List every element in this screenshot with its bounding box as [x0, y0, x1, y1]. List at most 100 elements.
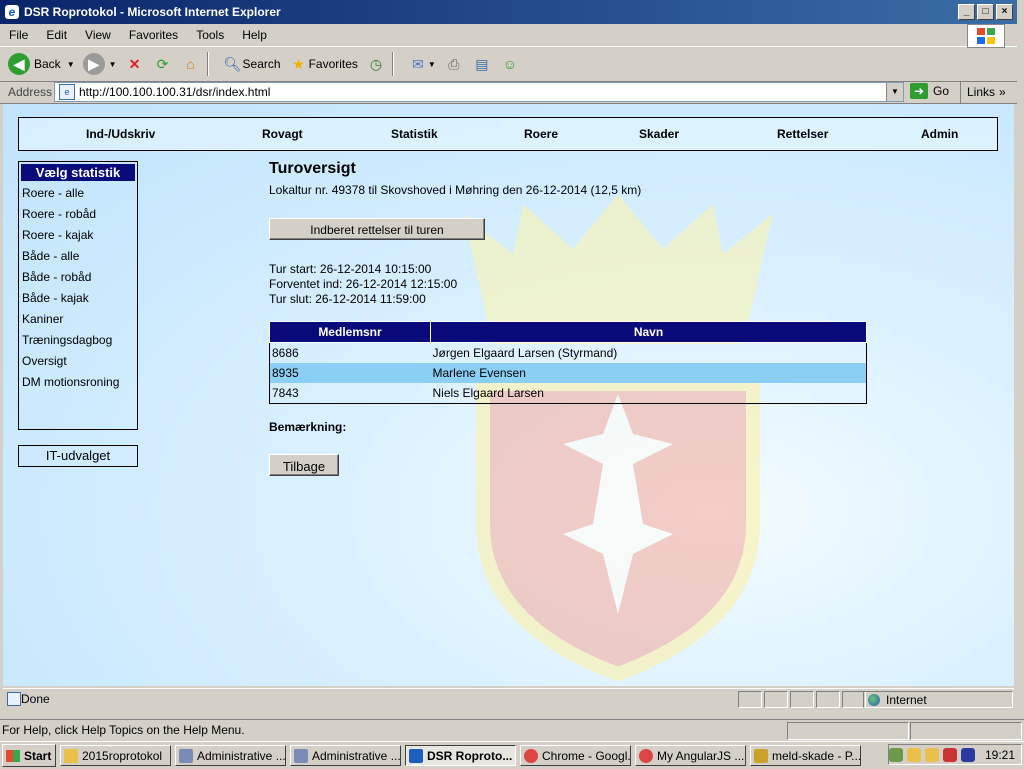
it-udvalget-button[interactable]: IT-udvalget	[18, 445, 138, 467]
tray-network-icon[interactable]	[888, 747, 903, 762]
page-status-icon	[7, 692, 21, 706]
links-button[interactable]: Links »	[960, 81, 1017, 103]
go-button[interactable]: ➜ Go	[910, 83, 949, 99]
history-button[interactable]: ◷	[366, 54, 386, 74]
nav-skader[interactable]: Skader	[639, 127, 679, 141]
search-icon: 🔍︎	[223, 55, 242, 72]
taskbar-item-angularjs[interactable]: My AngularJS ...	[635, 745, 746, 766]
trip-expected-time: Forventet ind: 26-12-2014 12:15:00	[269, 277, 458, 291]
nav-ind-udskriv[interactable]: Ind-/Udskriv	[86, 127, 155, 141]
mail-button[interactable]: ✉ ▼	[408, 54, 436, 74]
address-label: Address	[8, 85, 53, 99]
forward-dropdown-icon[interactable]: ▼	[109, 60, 117, 69]
tray-folder-icon[interactable]	[906, 747, 921, 762]
trip-start-time: Tur start: 26-12-2014 10:15:00	[269, 262, 432, 276]
forward-button[interactable]: ▶ ▼	[82, 53, 117, 75]
table-row-selected[interactable]: 8935 Marlene Evensen	[269, 363, 867, 383]
forward-arrow-icon: ▶	[82, 53, 105, 75]
menu-bar: File Edit View Favorites Tools Help	[0, 24, 1017, 48]
table-row[interactable]: 7843 Niels Elgaard Larsen	[270, 383, 867, 404]
taskbar-item-administrative-2[interactable]: Administrative ...	[290, 745, 401, 766]
mail-icon: ✉	[412, 55, 424, 72]
back-dropdown-icon[interactable]: ▼	[67, 60, 75, 69]
sidebar-item-roere-alle[interactable]: Roere - alle	[19, 183, 137, 204]
search-label: Search	[242, 57, 281, 71]
report-corrections-button[interactable]: Indberet rettelser til turen	[269, 218, 485, 240]
menu-tools[interactable]: Tools	[187, 28, 233, 42]
tray-monitor-icon[interactable]	[960, 747, 975, 762]
nav-statistik[interactable]: Statistik	[391, 127, 438, 141]
editor-icon	[754, 748, 768, 763]
messenger-button[interactable]: ☺	[500, 54, 520, 74]
column-header-navn[interactable]: Navn	[430, 321, 867, 343]
address-input[interactable]: e http://100.100.100.31/dsr/index.html ▼	[54, 82, 904, 102]
task-label: meld-skade - P...	[772, 748, 861, 763]
task-label: Chrome - Googl...	[542, 748, 631, 763]
sidebar-item-baade-alle[interactable]: Både - alle	[19, 246, 137, 267]
chrome-icon	[524, 748, 538, 763]
start-label: Start	[24, 748, 52, 763]
menu-file[interactable]: File	[0, 28, 37, 42]
mail-dropdown-icon[interactable]: ▼	[428, 60, 436, 69]
taskbar-item-chrome[interactable]: Chrome - Googl...	[520, 745, 631, 766]
chevron-right-icon: »	[999, 85, 1006, 99]
edit-icon: ▤	[475, 55, 489, 72]
edit-button[interactable]: ▤	[472, 54, 492, 74]
task-label: DSR Roproto...	[427, 748, 513, 763]
nav-admin[interactable]: Admin	[921, 127, 958, 141]
back-button[interactable]: ◀ Back ▼	[8, 53, 75, 75]
back-page-button[interactable]: Tilbage	[269, 454, 339, 476]
column-header-medlemsnr[interactable]: Medlemsnr	[269, 321, 431, 343]
taskbar: Start 2015roprotokol Administrative ... …	[0, 741, 1024, 769]
taskbar-item-meld-skade[interactable]: meld-skade - P...	[750, 745, 861, 766]
go-arrow-icon: ➜	[910, 83, 928, 99]
links-label: Links	[967, 85, 996, 99]
star-icon: ★	[292, 55, 305, 72]
globe-icon	[868, 693, 880, 706]
search-button[interactable]: 🔍︎ Search	[223, 54, 281, 74]
sidebar-item-dm-motionsroning[interactable]: DM motionsroning	[19, 372, 137, 393]
print-button[interactable]: ⎙	[444, 54, 464, 74]
nav-rovagt[interactable]: Rovagt	[262, 127, 303, 141]
favorites-button[interactable]: ★ Favorites	[289, 54, 358, 74]
nav-roere[interactable]: Roere	[524, 127, 558, 141]
stop-button[interactable]: ✕	[125, 54, 145, 74]
sidebar-item-kaniner[interactable]: Kaniner	[19, 309, 137, 330]
sidebar-item-oversigt[interactable]: Oversigt	[19, 351, 137, 372]
sidebar-item-traeningsdagbog[interactable]: Træningsdagbog	[19, 330, 137, 351]
sidebar-item-roere-kajak[interactable]: Roere - kajak	[19, 225, 137, 246]
task-label: 2015roprotokol	[82, 748, 163, 763]
start-button[interactable]: Start	[2, 744, 56, 767]
address-dropdown-icon[interactable]: ▼	[886, 83, 903, 101]
status-cell	[816, 691, 840, 708]
minimize-button[interactable]: _	[958, 4, 975, 20]
menu-help[interactable]: Help	[233, 28, 276, 42]
tray-folder-icon[interactable]	[924, 747, 939, 762]
maximize-button[interactable]: □	[977, 4, 994, 20]
table-row[interactable]: 8686 Jørgen Elgaard Larsen (Styrmand)	[270, 343, 867, 364]
refresh-button[interactable]: ⟳	[153, 54, 173, 74]
taskbar-item-administrative-1[interactable]: Administrative ...	[175, 745, 286, 766]
cell-navn: Marlene Evensen	[430, 363, 867, 383]
taskbar-item-dsr-roprotokol[interactable]: DSR Roproto...	[405, 745, 516, 766]
status-cells	[738, 691, 868, 708]
sidebar-item-roere-robaad[interactable]: Roere - robåd	[19, 204, 137, 225]
status-cell	[910, 722, 1022, 740]
trip-overview: Turoversigt Lokaltur nr. 49378 til Skovs…	[269, 160, 641, 197]
remark-label: Bemærkning:	[269, 420, 347, 434]
home-button[interactable]: ⌂	[181, 54, 201, 74]
close-button[interactable]: ×	[996, 4, 1013, 20]
taskbar-item-2015roprotokol[interactable]: 2015roprotokol	[60, 745, 171, 766]
tray-clock[interactable]: 19:21	[985, 748, 1015, 762]
tray-shield-icon[interactable]	[942, 747, 957, 762]
menu-view[interactable]: View	[76, 28, 120, 42]
ie-icon	[409, 748, 423, 763]
sidebar-item-baade-robaad[interactable]: Både - robåd	[19, 267, 137, 288]
menu-favorites[interactable]: Favorites	[120, 28, 187, 42]
menu-edit[interactable]: Edit	[37, 28, 76, 42]
sidebar-item-baade-kajak[interactable]: Både - kajak	[19, 288, 137, 309]
nav-rettelser[interactable]: Rettelser	[777, 127, 828, 141]
address-url[interactable]: http://100.100.100.31/dsr/index.html	[79, 85, 270, 99]
back-arrow-icon: ◀	[8, 53, 30, 75]
table-header-row: Medlemsnr Navn	[269, 321, 867, 343]
